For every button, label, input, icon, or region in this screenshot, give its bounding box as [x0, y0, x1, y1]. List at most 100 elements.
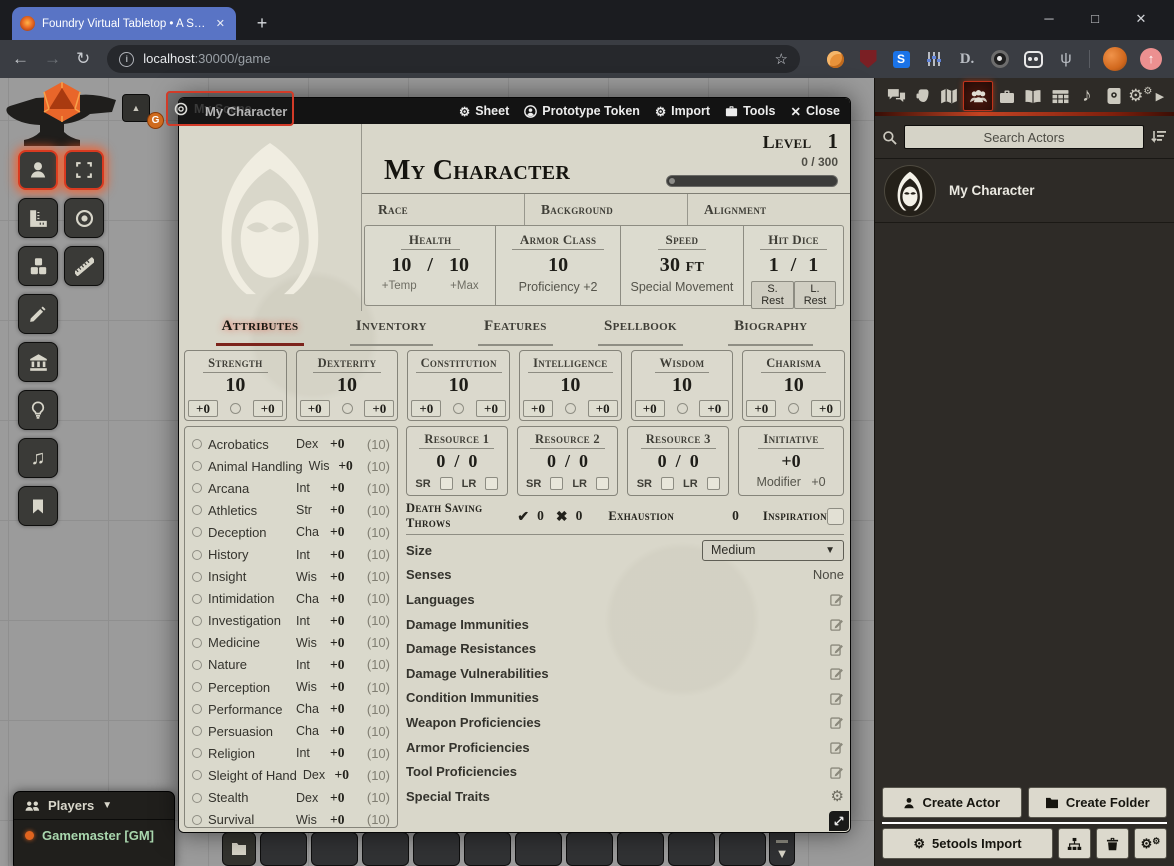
cookie-extension-icon[interactable]	[825, 49, 845, 69]
player-row[interactable]: Gamemaster [GM]	[14, 820, 174, 851]
skill-name[interactable]: Arcana	[208, 481, 290, 496]
skill-row[interactable]: Animal Handling Wis +0 (10)	[192, 455, 390, 477]
skill-proficiency-radio[interactable]	[192, 793, 202, 803]
character-name[interactable]: My Character	[384, 155, 570, 187]
sort-filter-icon[interactable]	[1151, 130, 1167, 145]
macro-slot[interactable]	[260, 832, 307, 866]
skill-row[interactable]: Performance Cha +0 (10)	[192, 698, 390, 720]
skill-name[interactable]: Survival	[208, 812, 290, 827]
tools-button[interactable]: Tools	[725, 104, 775, 119]
5etools-import-button[interactable]: ⚙ 5etools Import	[882, 828, 1053, 859]
bookmark-star-icon[interactable]: ☆	[775, 50, 788, 68]
sr-checkbox[interactable]	[550, 477, 563, 490]
tool-tiles-button[interactable]	[18, 246, 58, 286]
close-window-icon[interactable]: ✕	[1118, 0, 1164, 38]
hit-dice-current[interactable]: 1	[769, 254, 779, 277]
browser-update-icon[interactable]: ↑	[1140, 48, 1162, 70]
search-input[interactable]	[904, 125, 1144, 149]
skill-name[interactable]: Investigation	[208, 613, 290, 628]
ability-score[interactable]: 10	[297, 374, 398, 397]
tab-close-icon[interactable]: ✕	[213, 17, 228, 30]
death-failure-icon[interactable]: ✖	[556, 508, 568, 525]
maximize-icon[interactable]: □	[1072, 0, 1118, 38]
skill-name[interactable]: Intimidation	[208, 591, 290, 606]
save-proficiency-radio[interactable]	[342, 403, 353, 414]
inspiration-checkbox[interactable]	[827, 508, 844, 525]
actor-name[interactable]: My Character	[949, 183, 1035, 198]
window-resize-handle[interactable]	[829, 811, 849, 831]
tool-lighting-button[interactable]	[18, 390, 58, 430]
resource-max[interactable]: 0	[579, 451, 588, 471]
skill-name[interactable]: Religion	[208, 746, 290, 761]
edit-icon[interactable]	[830, 765, 844, 779]
death-success-icon[interactable]: ✔	[517, 508, 529, 525]
save-proficiency-radio[interactable]	[565, 403, 576, 414]
tab-inventory[interactable]: Inventory	[350, 318, 433, 346]
reload-icon[interactable]: ↻	[76, 49, 90, 69]
minimize-icon[interactable]: ─	[1026, 0, 1072, 38]
macro-slot[interactable]	[719, 832, 766, 866]
skill-row[interactable]: Religion Int +0 (10)	[192, 742, 390, 764]
skill-proficiency-radio[interactable]	[192, 682, 202, 692]
skill-row[interactable]: Medicine Wis +0 (10)	[192, 632, 390, 654]
resource-label[interactable]: Resource 3	[641, 432, 716, 449]
resource-value[interactable]: 0	[436, 451, 445, 471]
ability-score[interactable]: 10	[185, 374, 286, 397]
skill-row[interactable]: Nature Int +0 (10)	[192, 654, 390, 676]
skill-name[interactable]: Nature	[208, 657, 290, 672]
skill-name[interactable]: Performance	[208, 702, 290, 717]
gm-badge[interactable]: G	[147, 112, 164, 129]
edit-icon[interactable]	[830, 592, 844, 606]
d-extension-icon[interactable]: D.	[957, 49, 977, 69]
back-icon[interactable]: ←	[12, 49, 29, 69]
save-proficiency-radio[interactable]	[788, 403, 799, 414]
skill-name[interactable]: Persuasion	[208, 724, 290, 739]
skill-row[interactable]: History Int +0 (10)	[192, 543, 390, 565]
level-value[interactable]: 1	[828, 129, 839, 154]
macro-slot[interactable]	[668, 832, 715, 866]
skill-row[interactable]: Stealth Dex +0 (10)	[192, 787, 390, 809]
new-tab-button[interactable]: +	[250, 11, 274, 35]
create-actor-button[interactable]: Create Actor	[882, 787, 1022, 818]
sr-checkbox[interactable]	[661, 477, 674, 490]
macro-slot[interactable]	[566, 832, 613, 866]
tool-select-button[interactable]	[64, 150, 104, 190]
actor-avatar[interactable]	[885, 166, 935, 216]
temp-max-label[interactable]: +Max	[450, 280, 478, 292]
folder-tree-button[interactable]	[1058, 828, 1091, 859]
tool-drawings-button[interactable]	[18, 294, 58, 334]
alignment-field[interactable]: Alignment	[688, 194, 850, 225]
skill-name[interactable]: Sleight of Hand	[208, 768, 297, 783]
resource-value[interactable]: 0	[547, 451, 556, 471]
equalizer-extension-icon[interactable]	[924, 49, 944, 69]
skill-proficiency-radio[interactable]	[192, 572, 202, 582]
collapse-controls-button[interactable]: ▲	[122, 94, 150, 122]
skill-row[interactable]: Athletics Str +0 (10)	[192, 499, 390, 521]
speed-value[interactable]: 30 ft	[621, 254, 743, 277]
lr-checkbox[interactable]	[485, 477, 498, 490]
background-field[interactable]: Background	[525, 194, 688, 225]
save-proficiency-radio[interactable]	[230, 403, 241, 414]
macro-slot[interactable]	[617, 832, 664, 866]
tab-actors[interactable]	[963, 81, 993, 111]
ability-score[interactable]: 10	[743, 374, 844, 397]
tab-chat[interactable]	[883, 82, 909, 110]
skill-name[interactable]: Acrobatics	[208, 437, 290, 452]
tool-walls-button[interactable]	[18, 342, 58, 382]
tool-target-button[interactable]	[64, 198, 104, 238]
tool-ruler-button[interactable]	[64, 246, 104, 286]
create-folder-button[interactable]: Create Folder	[1028, 787, 1168, 818]
sheet-config-button[interactable]: ⚙ Sheet	[459, 104, 509, 119]
skill-proficiency-radio[interactable]	[192, 770, 202, 780]
gear-icon[interactable]: ⚙	[831, 787, 844, 805]
actor-entry[interactable]: My Character	[875, 159, 1174, 223]
resource-value[interactable]: 0	[658, 451, 667, 471]
tab-compendium[interactable]	[1101, 82, 1127, 110]
senses-value[interactable]: None	[813, 567, 844, 582]
character-portrait[interactable]	[179, 124, 361, 311]
foundry-logo[interactable]	[6, 80, 118, 152]
tab-combat-tracker[interactable]	[910, 82, 936, 110]
forward-icon[interactable]: →	[44, 49, 61, 69]
skill-proficiency-radio[interactable]	[192, 704, 202, 714]
edit-icon[interactable]	[830, 642, 844, 656]
